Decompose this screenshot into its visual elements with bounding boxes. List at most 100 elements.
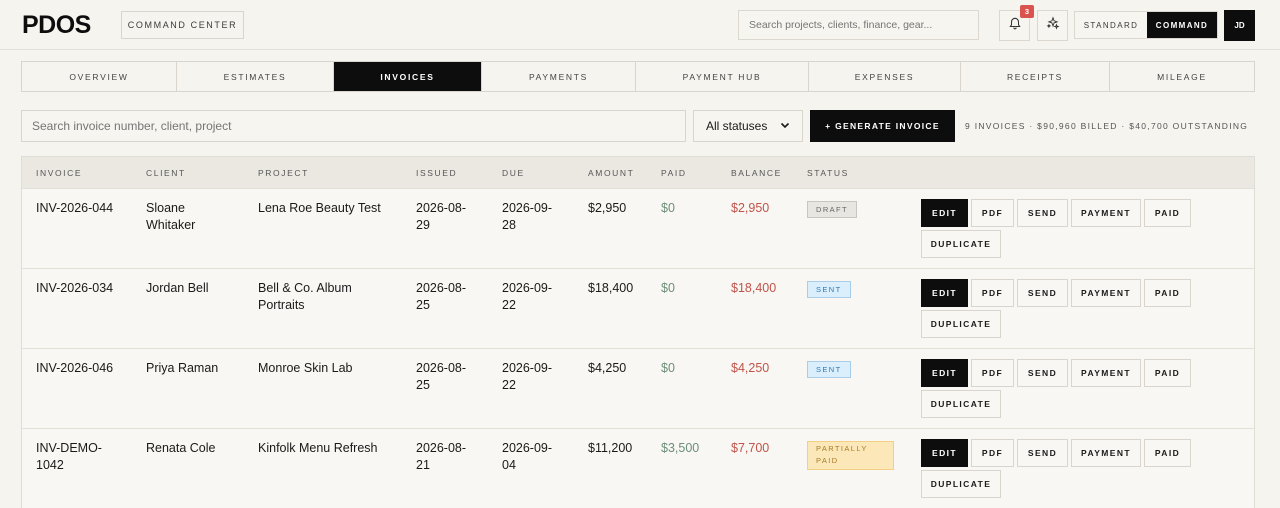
duplicate-button[interactable]: DUPLICATE — [921, 230, 1001, 258]
issued-date: 2026-08-25 — [416, 281, 467, 312]
status-filter-select[interactable]: All statuses — [693, 110, 803, 142]
pdf-button[interactable]: PDF — [971, 439, 1014, 467]
notification-count-badge: 3 — [1020, 5, 1034, 18]
tab-invoices[interactable]: INVOICES — [334, 62, 482, 91]
status-badge: SENT — [807, 361, 851, 378]
col-balance[interactable]: BALANCE — [731, 168, 782, 178]
tab-payments[interactable]: PAYMENTS — [482, 62, 636, 91]
issued-date: 2026-08-29 — [416, 201, 467, 232]
col-project[interactable]: PROJECT — [258, 168, 309, 178]
col-issued[interactable]: ISSUED — [416, 168, 457, 178]
send-button[interactable]: SEND — [1017, 279, 1068, 307]
tab-expenses[interactable]: EXPENSES — [809, 62, 961, 91]
sparkle-icon — [1046, 16, 1060, 35]
paid-amount: $3,500 — [661, 441, 700, 455]
app-logo[interactable]: PDOS — [22, 11, 91, 40]
edit-button[interactable]: EDIT — [921, 199, 968, 227]
balance: $7,700 — [731, 441, 770, 455]
balance: $4,250 — [731, 361, 770, 375]
pdf-button[interactable]: PDF — [971, 199, 1014, 227]
payment-button[interactable]: PAYMENT — [1071, 359, 1141, 387]
col-invoice[interactable]: INVOICE — [36, 168, 82, 178]
mode-standard-button[interactable]: STANDARD — [1075, 12, 1147, 38]
tab-overview[interactable]: OVERVIEW — [22, 62, 177, 91]
due-date: 2026-09-22 — [502, 281, 553, 312]
invoice-number[interactable]: INV-2026-034 — [36, 280, 136, 297]
balance: $2,950 — [731, 201, 770, 215]
invoice-number[interactable]: INV-2026-044 — [36, 200, 136, 217]
col-due[interactable]: DUE — [502, 168, 525, 178]
client-name: Sloane Whitaker — [146, 201, 196, 232]
status-filter-value: All statuses — [706, 119, 768, 133]
issued-date: 2026-08-25 — [416, 361, 467, 392]
due-date: 2026-09-04 — [502, 441, 553, 472]
issued-date: 2026-08-21 — [416, 441, 467, 472]
mark-paid-button[interactable]: PAID — [1144, 199, 1191, 227]
paid-amount: $0 — [661, 201, 675, 215]
col-status[interactable]: STATUS — [807, 168, 849, 178]
bell-icon — [1008, 16, 1022, 35]
payment-button[interactable]: PAYMENT — [1071, 279, 1141, 307]
due-date: 2026-09-22 — [502, 361, 553, 392]
col-client[interactable]: CLIENT — [146, 168, 186, 178]
table-row[interactable]: INV-2026-044 Sloane Whitaker Lena Roe Be… — [22, 188, 1254, 268]
mode-command-button[interactable]: COMMAND — [1147, 12, 1217, 38]
finance-tabs: OVERVIEW ESTIMATES INVOICES PAYMENTS PAY… — [21, 61, 1255, 92]
project-name: Monroe Skin Lab — [258, 361, 353, 375]
send-button[interactable]: SEND — [1017, 439, 1068, 467]
invoice-number[interactable]: INV-2026-046 — [36, 360, 136, 377]
amount: $2,950 — [588, 201, 627, 215]
tab-estimates[interactable]: ESTIMATES — [177, 62, 334, 91]
generate-invoice-button[interactable]: + GENERATE INVOICE — [810, 110, 955, 142]
mark-paid-button[interactable]: PAID — [1144, 439, 1191, 467]
edit-button[interactable]: EDIT — [921, 359, 968, 387]
amount: $18,400 — [588, 281, 634, 295]
balance: $18,400 — [731, 281, 777, 295]
chevron-down-icon — [780, 119, 790, 133]
global-search-input[interactable] — [738, 10, 979, 40]
tab-receipts[interactable]: RECEIPTS — [961, 62, 1110, 91]
client-name: Jordan Bell — [146, 281, 209, 295]
amount: $11,200 — [588, 441, 633, 455]
invoice-summary: 9 INVOICES · $90,960 BILLED · $40,700 OU… — [965, 121, 1249, 131]
payment-button[interactable]: PAYMENT — [1071, 439, 1141, 467]
project-name: Kinfolk Menu Refresh — [258, 441, 378, 455]
duplicate-button[interactable]: DUPLICATE — [921, 390, 1001, 418]
col-paid[interactable]: PAID — [661, 168, 687, 178]
client-name: Renata Cole — [146, 441, 216, 455]
assistant-button[interactable] — [1037, 10, 1068, 41]
table-row[interactable]: INV-DEMO-1042 Renata Cole Kinfolk Menu R… — [22, 428, 1254, 508]
mark-paid-button[interactable]: PAID — [1144, 359, 1191, 387]
col-amount[interactable]: AMOUNT — [588, 168, 634, 178]
pdf-button[interactable]: PDF — [971, 359, 1014, 387]
amount: $4,250 — [588, 361, 627, 375]
project-name: Bell & Co. Album Portraits — [258, 281, 352, 312]
payment-button[interactable]: PAYMENT — [1071, 199, 1141, 227]
tab-mileage[interactable]: MILEAGE — [1110, 62, 1254, 91]
table-header: INVOICE CLIENT PROJECT ISSUED DUE AMOUNT… — [22, 157, 1254, 188]
mode-toggle: STANDARD COMMAND — [1074, 11, 1218, 39]
send-button[interactable]: SEND — [1017, 199, 1068, 227]
paid-amount: $0 — [661, 281, 675, 295]
status-badge: SENT — [807, 281, 851, 298]
avatar[interactable]: JD — [1224, 10, 1255, 41]
mark-paid-button[interactable]: PAID — [1144, 279, 1191, 307]
edit-button[interactable]: EDIT — [921, 279, 968, 307]
paid-amount: $0 — [661, 361, 675, 375]
send-button[interactable]: SEND — [1017, 359, 1068, 387]
table-row[interactable]: INV-2026-046 Priya Raman Monroe Skin Lab… — [22, 348, 1254, 428]
due-date: 2026-09-28 — [502, 201, 553, 232]
invoice-number[interactable]: INV-DEMO-1042 — [36, 440, 116, 474]
status-badge: DRAFT — [807, 201, 857, 218]
table-row[interactable]: INV-2026-034 Jordan Bell Bell & Co. Albu… — [22, 268, 1254, 348]
top-bar: PDOS COMMAND CENTER 3 STANDARD COMMAND J… — [0, 0, 1280, 50]
tab-payment-hub[interactable]: PAYMENT HUB — [636, 62, 809, 91]
invoices-table: INVOICE CLIENT PROJECT ISSUED DUE AMOUNT… — [21, 156, 1255, 508]
command-center-button[interactable]: COMMAND CENTER — [121, 11, 244, 39]
pdf-button[interactable]: PDF — [971, 279, 1014, 307]
edit-button[interactable]: EDIT — [921, 439, 968, 467]
invoice-search-input[interactable] — [21, 110, 686, 142]
duplicate-button[interactable]: DUPLICATE — [921, 470, 1001, 498]
duplicate-button[interactable]: DUPLICATE — [921, 310, 1001, 338]
client-name: Priya Raman — [146, 361, 219, 375]
